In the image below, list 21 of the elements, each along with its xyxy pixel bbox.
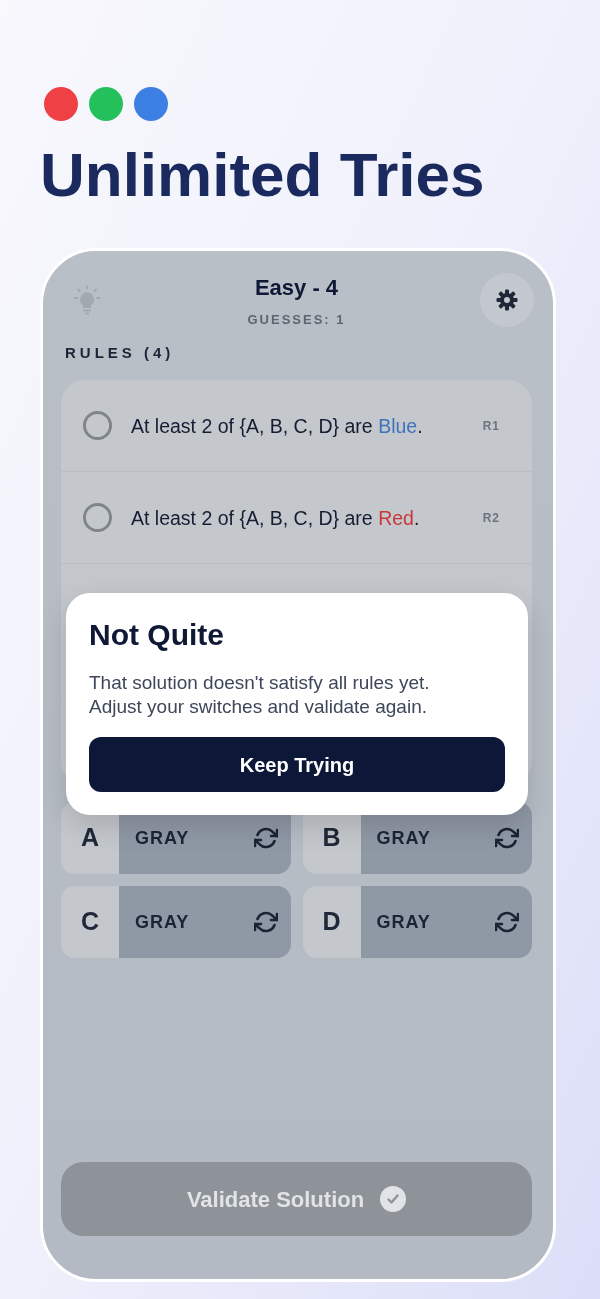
rule-tag: R2 <box>482 509 500 526</box>
rule-text: At least 2 of {A, B, C, D} are Red. <box>131 505 421 531</box>
sync-icon <box>495 826 519 850</box>
sync-icon <box>495 910 519 934</box>
sync-icon <box>253 910 278 934</box>
switch-letter: D <box>302 886 361 958</box>
rules-heading: RULES (4) <box>65 344 175 362</box>
level-title: Easy - 4 <box>254 275 339 301</box>
keep-trying-button[interactable]: Keep Trying <box>89 737 505 792</box>
color-toggle-button[interactable]: GRAY <box>360 886 532 958</box>
dialog-title: Not Quite <box>89 617 225 653</box>
guesses-count: GUESSES: 1 <box>247 311 346 329</box>
dialog-message: That solution doesn't satisfy all rules yet. Adjust your switches and validate again. <box>89 671 431 719</box>
color-toggle-button[interactable]: GRAY <box>119 886 291 958</box>
settings-icon <box>495 288 519 312</box>
rule-text: At least 2 of {A, B, C, D} are Blue. <box>131 413 424 439</box>
rule-tag: R1 <box>482 417 500 434</box>
switch-letter: C <box>61 886 119 958</box>
check-circle-icon <box>380 1186 407 1212</box>
sync-icon <box>253 826 278 850</box>
headline: Unlimited Tries <box>40 144 485 206</box>
